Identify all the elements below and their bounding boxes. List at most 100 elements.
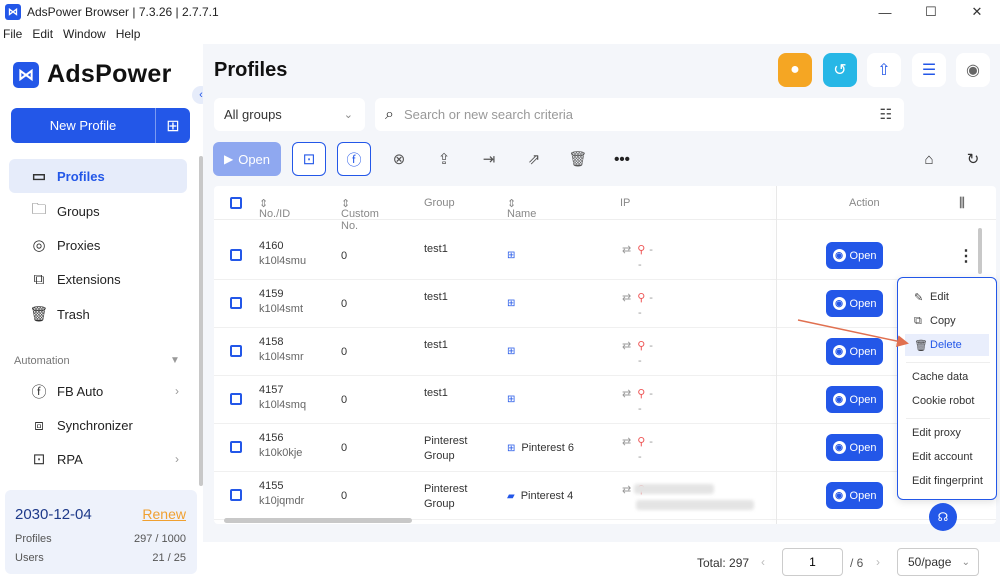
maximize-button[interactable]: ☐ [908, 0, 954, 24]
group-cell: test1 [424, 242, 448, 257]
upload-icon[interactable]: ⇪ [427, 142, 461, 176]
sidebar-item-proxies[interactable]: ◎ Proxies [9, 228, 187, 262]
sync-update-icon[interactable]: ↺ [823, 53, 857, 87]
sidebar-item-trash[interactable]: 🗑 Trash [9, 297, 187, 331]
delete-icon[interactable]: 🗑 [561, 142, 595, 176]
menu-item-edit[interactable]: ✎ Edit [898, 286, 996, 308]
menu-item-delete[interactable]: 🗑 Delete [905, 334, 989, 356]
close-all-icon[interactable]: ⊗ [382, 142, 416, 176]
menu-item-edit-account[interactable]: Edit account [898, 446, 996, 468]
table-horizontal-scrollbar[interactable] [224, 518, 412, 523]
menu-file[interactable]: File [3, 27, 22, 41]
open-profile-button[interactable]: ◉ Open [826, 434, 883, 461]
table-row[interactable]: 4155 k10jqmdr 0 Pinterest Group ▰ Pinterest 4 ⇄… [214, 472, 996, 520]
avatar[interactable]: ◉ [956, 53, 990, 87]
menu-item-copy[interactable]: ⧉ Copy [898, 310, 996, 332]
open-profile-button[interactable]: ◉ Open [826, 386, 883, 413]
table-vertical-scrollbar[interactable] [978, 228, 982, 274]
users-usage-label: Users [15, 552, 44, 564]
row-checkbox[interactable] [230, 489, 242, 501]
share-icon[interactable]: ⇗ [517, 142, 551, 176]
group-value: test1 [424, 291, 448, 303]
sidebar-item-label: FB Auto [57, 383, 104, 399]
location-pin-icon: ⚲ [637, 292, 646, 304]
new-profile-label[interactable]: New Profile [11, 108, 156, 143]
sidebar-item-extensions[interactable]: ⧉ Extensions [9, 262, 187, 296]
renew-link[interactable]: Renew [142, 506, 186, 522]
open-label: Open [849, 393, 877, 406]
sidebar-item-rpa[interactable]: ⊡ RPA › [9, 442, 187, 476]
open-profile-button[interactable]: ◉ Open [826, 242, 883, 269]
filter-settings-icon[interactable]: ☷ [879, 106, 892, 123]
menu-item-cookie-robot[interactable]: Cookie robot [898, 390, 996, 412]
menu-item-edit-fingerprint[interactable]: Edit fingerprint [898, 470, 996, 492]
per-page-select[interactable]: 50/page ⌄ [897, 548, 979, 576]
rpa-bot-icon[interactable]: ⊡ [292, 142, 326, 176]
menu-item-edit-proxy[interactable]: Edit proxy [898, 422, 996, 444]
support-headset-icon[interactable]: ☊ [929, 503, 957, 531]
group-select[interactable]: All groups ⌄ [214, 98, 365, 131]
apple-os-icon: ▰ [507, 490, 515, 502]
menu-edit[interactable]: Edit [32, 27, 53, 41]
profile-number: 4158 [259, 336, 284, 348]
row-checkbox[interactable] [230, 297, 242, 309]
profile-id: k10l4smu [259, 255, 307, 267]
table-row[interactable]: 4157 k10l4smq 0 test1 ⊞ ⇄ ⚲ - - ◉ Open [214, 376, 996, 424]
close-button[interactable]: ✕ [954, 0, 1000, 24]
prev-page-icon[interactable]: ‹ [761, 555, 765, 569]
select-all-checkbox[interactable] [230, 197, 242, 209]
sidebar-item-synchronizer[interactable]: ⧈ Synchronizer [9, 408, 187, 442]
col-id[interactable]: No./ID ⇕ [259, 197, 290, 220]
table-row[interactable]: 4159 k10l4smt 0 test1 ⊞ ⇄ ⚲ - - ◉ Open [214, 280, 996, 328]
name-cell: ▰ Pinterest 4 [507, 490, 573, 502]
windows-os-icon: ⊞ [507, 250, 516, 261]
windows-os-icon: ⊞ [507, 394, 516, 405]
new-profile-button[interactable]: New Profile ⊞ [11, 108, 190, 143]
menu-help[interactable]: Help [116, 27, 141, 41]
batch-open-button[interactable]: ▶ Open [213, 142, 281, 176]
batch-add-icon[interactable]: ⊞ [156, 108, 190, 143]
search-input[interactable] [403, 107, 844, 122]
row-checkbox[interactable] [230, 345, 242, 357]
facebook-auto-icon[interactable]: ⓕ [337, 142, 371, 176]
open-profile-button[interactable]: ◉ Open [826, 338, 883, 365]
move-group-icon[interactable]: ⇥ [472, 142, 506, 176]
open-profile-button[interactable]: ◉ Open [826, 290, 883, 317]
menu-item-cache-data[interactable]: Cache data [898, 366, 996, 388]
row-more-icon[interactable]: ⋮ [958, 246, 974, 266]
refresh-icon[interactable]: ↻ [956, 142, 990, 176]
open-profile-button[interactable]: ◉ Open [826, 482, 883, 509]
sidebar-item-fb-auto[interactable]: ⓕ FB Auto › [9, 374, 187, 408]
table-row[interactable]: 4158 k10l4smr 0 test1 ⊞ ⇄ ⚲ - - ◉ Open [214, 328, 996, 376]
table-row[interactable]: 4156 k10k0kje 0 Pinterest Group ⊞ Pinterest 6 ⇄… [214, 424, 996, 472]
sidebar-item-groups[interactable]: 🗀 Groups [9, 194, 187, 228]
minimize-button[interactable]: — [862, 0, 908, 24]
ip-cell: ⇄ ⚲ - [622, 339, 653, 353]
row-checkbox[interactable] [230, 249, 242, 261]
proxy-swap-icon: ⇄ [622, 292, 632, 304]
menu-window[interactable]: Window [63, 27, 106, 41]
sidebar-item-profiles[interactable]: ▭ Profiles [9, 159, 187, 193]
sidebar-item-label: Synchronizer [57, 417, 133, 433]
col-name[interactable]: Name ⇕ [507, 197, 536, 220]
sidebar-item-label: Trash [57, 306, 90, 322]
row-checkbox[interactable] [230, 441, 242, 453]
next-page-icon[interactable]: › [876, 555, 880, 569]
page-number-input[interactable] [782, 548, 843, 576]
table-row[interactable]: 4160 k10l4smu 0 test1 ⊞ ⇄ ⚲ - - ◉ Open ⋮ [214, 232, 996, 280]
column-settings-icon[interactable]: ⫼ [959, 195, 965, 211]
custom-number: 0 [341, 346, 348, 358]
upload-cloud-icon[interactable]: ⇧ [867, 53, 901, 87]
chevron-down-icon[interactable]: ▼ [170, 355, 180, 366]
col-custom[interactable]: Custom No. ⇕ [341, 197, 379, 232]
task-list-icon[interactable]: ☰ [912, 53, 946, 87]
promo-coin-icon[interactable]: ● [778, 53, 812, 87]
proxy-swap-icon: ⇄ [622, 244, 632, 256]
row-checkbox[interactable] [230, 393, 242, 405]
search-bar[interactable]: ⌕ ☷ [375, 98, 904, 131]
menu-divider [906, 362, 990, 363]
tag-icon[interactable]: ⌂ [912, 142, 946, 176]
group-value-2: Group [424, 498, 455, 510]
more-options-icon[interactable]: ••• [605, 142, 639, 176]
per-page-value: 50/page [908, 555, 952, 569]
